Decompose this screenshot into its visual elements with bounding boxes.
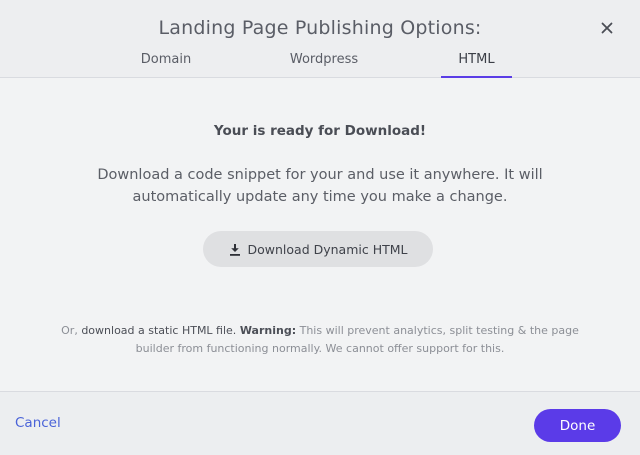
- warning-label: Warning:: [239, 324, 297, 337]
- tab-html-label: HTML: [458, 52, 495, 67]
- tab-wordpress[interactable]: Wordpress: [276, 52, 372, 77]
- close-icon[interactable]: [599, 20, 615, 36]
- html-tab-panel: Your is ready for Download! Download a c…: [0, 78, 640, 391]
- download-icon: [229, 243, 241, 256]
- modal-title: Landing Page Publishing Options:: [158, 17, 482, 39]
- tab-wordpress-label: Wordpress: [289, 52, 359, 67]
- tab-domain-label: Domain: [140, 52, 192, 67]
- cancel-button[interactable]: Cancel: [15, 415, 61, 431]
- done-button[interactable]: Done: [534, 409, 621, 442]
- publishing-tabs: Domain Wordpress HTML: [0, 52, 640, 78]
- publishing-options-modal: Landing Page Publishing Options: Domain …: [0, 0, 640, 455]
- download-description: Download a code snippet for your and use…: [97, 167, 543, 205]
- static-html-warning: Or, download a static HTML file. Warning…: [60, 322, 580, 357]
- tab-domain[interactable]: Domain: [126, 52, 206, 77]
- ready-heading: Your is ready for Download!: [213, 123, 427, 139]
- tab-html[interactable]: HTML: [441, 52, 512, 78]
- download-button-label: Download Dynamic HTML: [247, 241, 408, 257]
- modal-footer: Cancel Done: [0, 391, 640, 455]
- warning-prefix: Or,: [61, 324, 82, 337]
- modal-header: Landing Page Publishing Options: Domain …: [0, 0, 640, 78]
- download-static-html-link[interactable]: download a static HTML file.: [81, 324, 236, 337]
- download-dynamic-html-button[interactable]: Download Dynamic HTML: [203, 231, 433, 267]
